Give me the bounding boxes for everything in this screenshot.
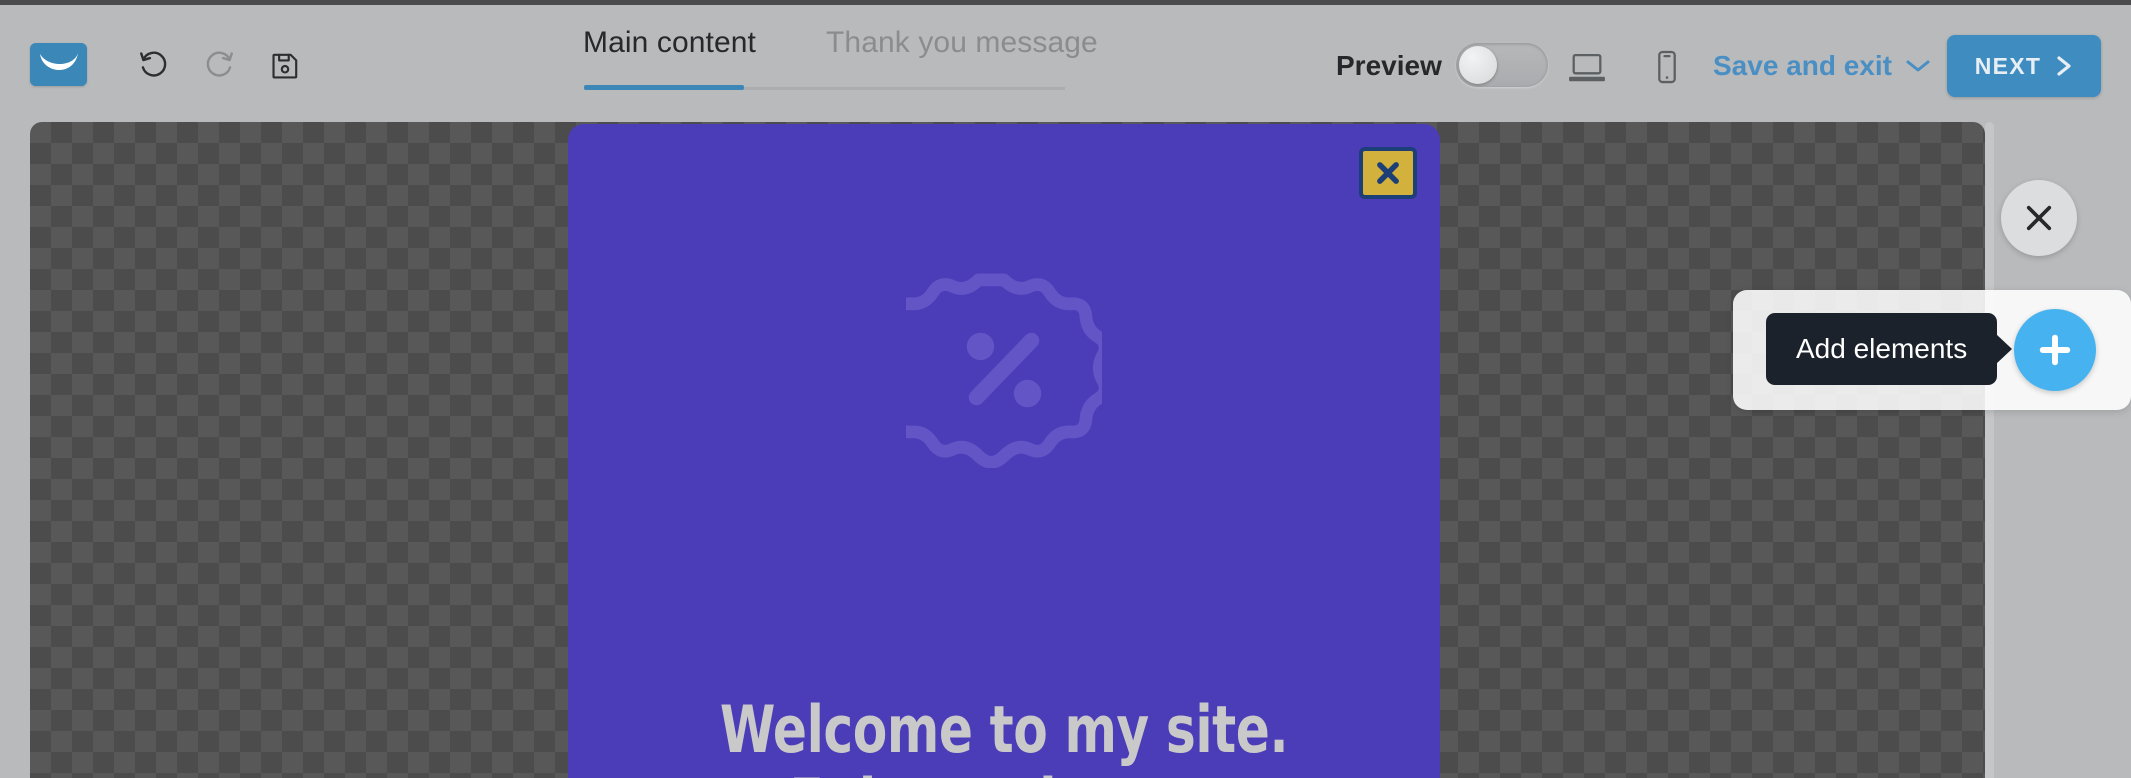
laptop-icon <box>1569 53 1605 82</box>
undo-arrow-icon <box>140 51 167 77</box>
desktop-view-button[interactable] <box>1563 43 1611 91</box>
save-button[interactable] <box>264 45 306 87</box>
close-x-icon <box>1377 162 1399 184</box>
preview-label: Preview <box>1336 50 1442 81</box>
smartphone-icon <box>1658 50 1676 84</box>
save-and-exit-label: Save and exit <box>1713 50 1892 81</box>
next-button[interactable]: NEXT <box>1947 35 2101 97</box>
canvas-right-rim <box>1985 122 1994 778</box>
percent-badge-icon <box>871 272 1112 473</box>
redo-arrow-icon <box>206 51 233 77</box>
brand-logo[interactable] <box>30 43 87 86</box>
add-elements-tooltip-label: Add elements <box>1796 333 1968 364</box>
save-and-exit-button[interactable]: Save and exit <box>1713 50 1931 82</box>
chevron-down-icon <box>1906 60 1930 72</box>
add-elements-tooltip: Add elements <box>1766 313 1998 385</box>
floppy-disk-save-icon <box>272 53 298 79</box>
popup-close-button[interactable] <box>1359 147 1417 199</box>
preview-toggle[interactable] <box>1456 43 1548 87</box>
popup-preview[interactable]: Welcome to my site. Enjoy a sign-up <box>568 124 1440 778</box>
close-editor-button[interactable] <box>2001 180 2077 256</box>
editor-toolbar: Main content Thank you message Preview S… <box>0 5 2131 122</box>
next-label: NEXT <box>1974 52 2042 79</box>
close-x-icon <box>2026 205 2052 231</box>
preview-toggle-knob <box>1459 46 1497 84</box>
editor-window: Main content Thank you message Preview S… <box>0 0 2131 778</box>
redo-button[interactable] <box>198 45 240 87</box>
tab-main-content[interactable]: Main content <box>583 23 756 63</box>
chevron-right-icon <box>2057 56 2071 76</box>
percent-badge-svg <box>871 273 1112 469</box>
popup-headline[interactable]: Welcome to my site. Enjoy a sign-up <box>629 694 1379 778</box>
add-elements-button[interactable] <box>2014 309 2096 391</box>
tab-active-underline <box>584 85 744 90</box>
popup-headline-line1: Welcome to my site. <box>719 693 1289 768</box>
mobile-view-button[interactable] <box>1643 43 1691 91</box>
undo-button[interactable] <box>133 45 175 87</box>
bigmailer-swoosh-logo-icon <box>30 43 87 86</box>
popup-headline-line2: Enjoy a sign-up <box>629 767 1379 778</box>
tab-thank-you-message[interactable]: Thank you message <box>826 23 1098 63</box>
plus-icon <box>2039 334 2071 366</box>
